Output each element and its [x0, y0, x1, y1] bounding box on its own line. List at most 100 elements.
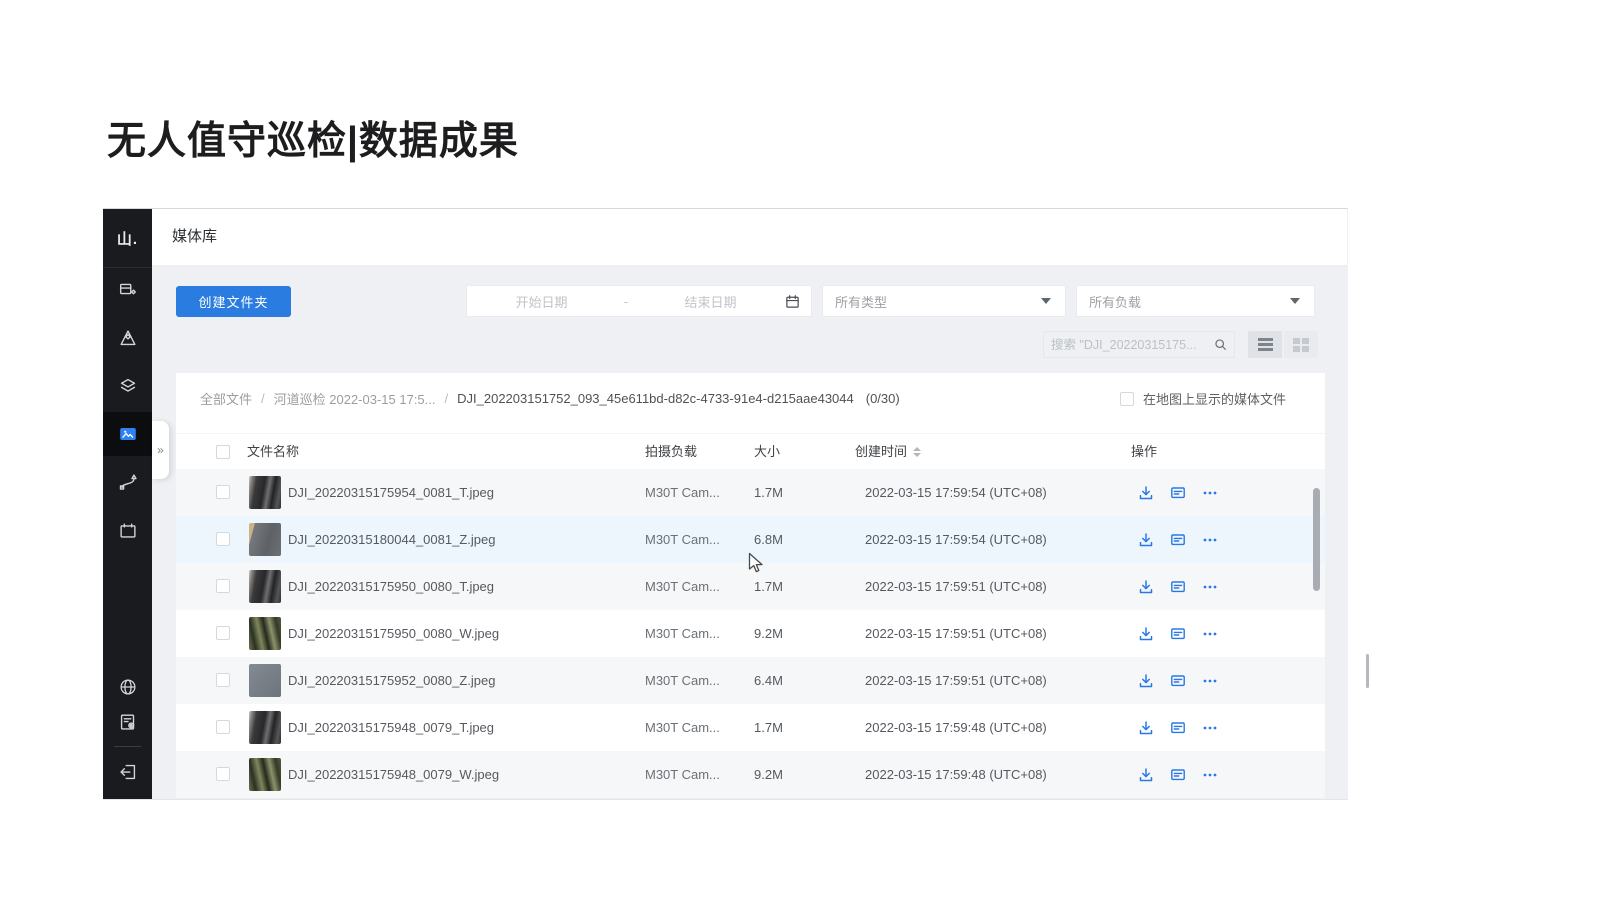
file-name[interactable]: DJI_20220315175950_0080_W.jpeg — [288, 610, 499, 657]
payload-filter-value: 所有负载 — [1089, 292, 1141, 311]
chevrons-right-icon: » — [157, 443, 164, 457]
type-filter-dropdown[interactable]: 所有类型 — [822, 285, 1066, 317]
row-checkbox[interactable] — [216, 720, 230, 734]
created-cell: 2022-03-15 17:59:54 (UTC+08) — [865, 516, 1047, 563]
sidebar-item-logs[interactable] — [103, 705, 152, 739]
table-row[interactable]: DJI_20220315175948_0079_W.jpeg M30T Cam.… — [176, 751, 1325, 798]
more-actions-button[interactable] — [1202, 579, 1218, 595]
column-header-payload: 拍摄负载 — [645, 434, 697, 470]
created-cell: 2022-03-15 17:59:51 (UTC+08) — [865, 657, 1047, 704]
sidebar-item-map[interactable] — [103, 321, 152, 355]
preview-on-map-button[interactable] — [1170, 485, 1186, 501]
download-button[interactable] — [1138, 626, 1154, 642]
list-view-button[interactable] — [1248, 331, 1282, 358]
window-title: 媒体库 — [172, 209, 1347, 265]
more-actions-button[interactable] — [1202, 720, 1218, 736]
sidebar-item-devices[interactable] — [103, 272, 152, 306]
table-row[interactable]: DJI_20220315180044_0081_Z.jpeg M30T Cam.… — [176, 516, 1325, 563]
grid-view-button[interactable] — [1284, 331, 1318, 358]
file-thumbnail[interactable] — [249, 570, 281, 603]
file-thumbnail[interactable] — [249, 617, 281, 650]
sidebar-item-media-library[interactable] — [103, 417, 152, 451]
preview-on-map-button[interactable] — [1170, 720, 1186, 736]
payload-cell: M30T Cam... — [645, 469, 720, 516]
task-log-icon — [117, 711, 139, 733]
search-box[interactable] — [1043, 331, 1235, 358]
row-checkbox[interactable] — [216, 532, 230, 546]
sidebar-expand-button[interactable]: » — [152, 421, 169, 479]
list-view-icon — [1258, 338, 1273, 351]
row-checkbox[interactable] — [216, 673, 230, 687]
search-input[interactable] — [1051, 338, 1214, 352]
row-checkbox[interactable] — [216, 767, 230, 781]
preview-on-map-button[interactable] — [1170, 626, 1186, 642]
globe-icon — [117, 676, 139, 698]
more-actions-button[interactable] — [1202, 485, 1218, 501]
breadcrumb-item[interactable]: 河道巡检 2022-03-15 17:5... — [274, 389, 436, 408]
create-folder-button[interactable]: 创建文件夹 — [176, 286, 291, 317]
preview-on-map-button[interactable] — [1170, 767, 1186, 783]
table-row[interactable]: DJI_20220315175948_0079_T.jpeg M30T Cam.… — [176, 704, 1325, 751]
file-thumbnail[interactable] — [249, 523, 281, 556]
payload-filter-dropdown[interactable]: 所有负载 — [1076, 285, 1315, 317]
content-area: 创建文件夹 开始日期 - 结束日期 所有类型 所有负载 — [152, 266, 1347, 799]
more-actions-button[interactable] — [1202, 673, 1218, 689]
layers-icon — [117, 375, 139, 397]
end-date-field[interactable]: 结束日期 — [636, 292, 785, 311]
file-name[interactable]: DJI_20220315175950_0080_T.jpeg — [288, 563, 494, 610]
sidebar-item-logout[interactable] — [103, 755, 152, 789]
more-actions-button[interactable] — [1202, 767, 1218, 783]
sidebar-item-language[interactable] — [103, 670, 152, 704]
download-button[interactable] — [1138, 673, 1154, 689]
page-scrollbar-thumb[interactable] — [1366, 654, 1369, 688]
file-name[interactable]: DJI_20220315175948_0079_W.jpeg — [288, 751, 499, 798]
start-date-field[interactable]: 开始日期 — [467, 292, 616, 311]
sidebar-item-routes[interactable] — [103, 465, 152, 499]
file-thumbnail[interactable] — [249, 711, 281, 744]
download-button[interactable] — [1138, 579, 1154, 595]
more-actions-button[interactable] — [1202, 626, 1218, 642]
type-filter-value: 所有类型 — [835, 292, 887, 311]
file-name[interactable]: DJI_20220315180044_0081_Z.jpeg — [288, 516, 495, 563]
row-checkbox[interactable] — [216, 485, 230, 499]
table-row[interactable]: DJI_20220315175954_0081_T.jpeg M30T Cam.… — [176, 469, 1325, 516]
date-range-picker[interactable]: 开始日期 - 结束日期 — [466, 285, 812, 317]
row-actions — [1138, 751, 1218, 798]
column-header-created[interactable]: 创建时间 — [855, 434, 921, 470]
search-icon — [1214, 338, 1227, 351]
table-row[interactable]: DJI_20220315175952_0080_Z.jpeg M30T Cam.… — [176, 657, 1325, 704]
logout-icon — [117, 761, 139, 783]
payload-cell: M30T Cam... — [645, 516, 720, 563]
more-actions-button[interactable] — [1202, 532, 1218, 548]
panel-scrollbar-thumb[interactable] — [1313, 488, 1320, 591]
created-header-label: 创建时间 — [855, 434, 907, 470]
map-display-toggle: 在地图上显示的媒体文件 — [1120, 389, 1286, 408]
file-name[interactable]: DJI_20220315175948_0079_T.jpeg — [288, 704, 494, 751]
chevron-down-icon — [1041, 298, 1051, 304]
download-button[interactable] — [1138, 485, 1154, 501]
sort-icon[interactable] — [913, 447, 921, 457]
download-button[interactable] — [1138, 720, 1154, 736]
table-row[interactable]: DJI_20220315175950_0080_T.jpeg M30T Cam.… — [176, 563, 1325, 610]
file-thumbnail[interactable] — [249, 664, 281, 697]
row-actions — [1138, 657, 1218, 704]
file-thumbnail[interactable] — [249, 758, 281, 791]
table-row[interactable]: DJI_20220315175950_0080_W.jpeg M30T Cam.… — [176, 610, 1325, 657]
preview-on-map-button[interactable] — [1170, 673, 1186, 689]
row-checkbox[interactable] — [216, 579, 230, 593]
download-button[interactable] — [1138, 532, 1154, 548]
file-name[interactable]: DJI_20220315175952_0080_Z.jpeg — [288, 657, 495, 704]
sidebar-item-schedule[interactable] — [103, 514, 152, 548]
breadcrumb: 全部文件/河道巡检 2022-03-15 17:5.../DJI_2022031… — [200, 389, 900, 408]
sidebar-item-layers[interactable] — [103, 369, 152, 403]
breadcrumb-item[interactable]: 全部文件 — [200, 389, 252, 408]
row-checkbox[interactable] — [216, 626, 230, 640]
download-button[interactable] — [1138, 767, 1154, 783]
payload-cell: M30T Cam... — [645, 610, 720, 657]
file-name[interactable]: DJI_20220315175954_0081_T.jpeg — [288, 469, 494, 516]
select-all-checkbox[interactable] — [216, 445, 230, 459]
map-display-checkbox[interactable] — [1120, 392, 1134, 406]
preview-on-map-button[interactable] — [1170, 532, 1186, 548]
file-thumbnail[interactable] — [249, 476, 281, 509]
preview-on-map-button[interactable] — [1170, 579, 1186, 595]
